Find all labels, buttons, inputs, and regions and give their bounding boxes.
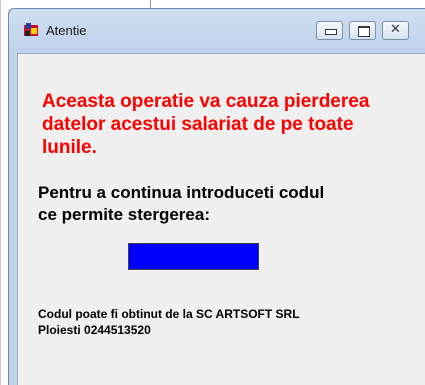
prompt-line: Pentru a continua introduceti codul — [38, 183, 325, 202]
desktop-edge-top — [150, 0, 151, 8]
code-prompt: Pentru a continua introduceti codul ce p… — [38, 182, 408, 226]
dialog-body: Aceasta operatie va cauza pierderea date… — [17, 53, 425, 385]
app-icon — [24, 23, 38, 36]
minimize-button[interactable] — [316, 21, 343, 40]
contact-info: Codul poate fi obtinut de la SC ARTSOFT … — [38, 306, 418, 338]
window-title: Atentie — [46, 23, 87, 38]
warning-line: datelor acestui salariat de pe toate — [42, 114, 354, 135]
title-bar[interactable]: Atentie ✕ — [9, 9, 425, 53]
close-icon: ✕ — [390, 21, 401, 36]
delete-code-input[interactable] — [128, 243, 259, 270]
desktop-edge — [0, 0, 1, 385]
warning-line: lunile. — [42, 137, 97, 158]
dialog-window: Atentie ✕ Aceasta operatie va cauza pier… — [8, 8, 425, 385]
warning-message: Aceasta operatie va cauza pierderea date… — [42, 90, 412, 159]
contact-line: Codul poate fi obtinut de la SC ARTSOFT … — [38, 307, 300, 321]
maximize-button[interactable] — [349, 21, 376, 40]
warning-line: Aceasta operatie va cauza pierderea — [42, 91, 370, 112]
contact-line: Ploiesti 0244513520 — [38, 323, 151, 337]
close-button[interactable]: ✕ — [382, 21, 409, 40]
prompt-line: ce permite stergerea: — [38, 205, 210, 224]
